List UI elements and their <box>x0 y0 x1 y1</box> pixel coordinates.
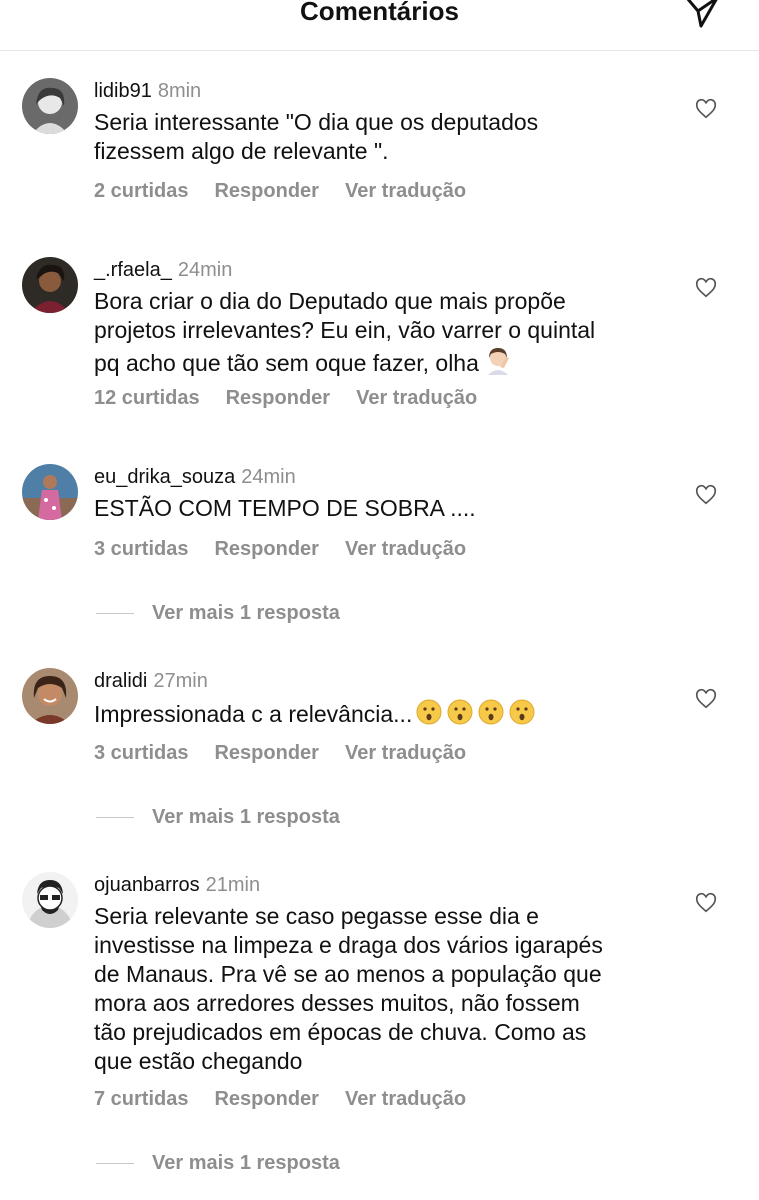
comment-line: Seria interessante "O dia que os deputad… <box>94 109 539 135</box>
surprised-face-icon <box>447 699 473 725</box>
likes-count[interactable]: 12 curtidas <box>94 387 200 409</box>
view-replies-button[interactable]: Ver mais 1 resposta <box>96 806 340 829</box>
divider <box>96 613 134 615</box>
header: Comentários <box>0 0 759 51</box>
heart-icon[interactable] <box>695 484 717 506</box>
timestamp: 21min <box>205 874 261 896</box>
facepalm-emoji-icon <box>487 348 509 375</box>
send-icon[interactable] <box>683 0 721 30</box>
comment-text: Seria relevante se caso pegasse esse dia… <box>94 902 674 1076</box>
comment-meta: _.rfaela_ 24min <box>94 259 232 282</box>
surprised-face-icon <box>416 699 442 725</box>
comment-line-text: Impressionada c a relevância... <box>94 701 413 727</box>
comment-actions: 12 curtidas Responder Ver tradução <box>94 387 503 410</box>
comment-actions: 3 curtidas Responder Ver tradução <box>94 742 492 765</box>
username[interactable]: ojuanbarros <box>94 874 200 896</box>
translate-button[interactable]: Ver tradução <box>356 387 477 409</box>
divider <box>96 1163 134 1165</box>
reply-button[interactable]: Responder <box>214 742 318 764</box>
translate-button[interactable]: Ver tradução <box>345 1088 466 1110</box>
comment-line: tão prejudicados em épocas de chuva. Com… <box>94 1019 587 1045</box>
likes-count[interactable]: 3 curtidas <box>94 742 188 764</box>
username[interactable]: eu_drika_souza <box>94 466 235 488</box>
view-replies-button[interactable]: Ver mais 1 resposta <box>96 602 340 625</box>
reply-button[interactable]: Responder <box>214 1088 318 1110</box>
view-replies-label: Ver mais 1 resposta <box>152 806 340 828</box>
avatar[interactable] <box>22 668 78 724</box>
comment-meta: dralidi 27min <box>94 670 208 693</box>
comment-text: Seria interessante "O dia que os deputad… <box>94 108 674 166</box>
translate-button[interactable]: Ver tradução <box>345 180 466 202</box>
surprised-emoji-group <box>412 699 536 727</box>
comment-line: fizessem algo de relevante ". <box>94 138 389 164</box>
reply-button[interactable]: Responder <box>226 387 330 409</box>
comment-line: que estão chegando <box>94 1048 303 1074</box>
comment-line: investisse na limpeza e draga dos vários… <box>94 932 603 958</box>
view-replies-label: Ver mais 1 resposta <box>152 1152 340 1174</box>
likes-count[interactable]: 7 curtidas <box>94 1088 188 1110</box>
username[interactable]: _.rfaela_ <box>94 259 172 281</box>
reply-button[interactable]: Responder <box>214 538 318 560</box>
divider <box>96 817 134 819</box>
view-replies-button[interactable]: Ver mais 1 resposta <box>96 1152 340 1175</box>
avatar[interactable] <box>22 257 78 313</box>
comment-line: Impressionada c a relevância... <box>94 698 674 729</box>
timestamp: 8min <box>157 80 202 102</box>
comment-line: projetos irrelevantes? Eu ein, vão varre… <box>94 317 596 343</box>
username[interactable]: lidib91 <box>94 80 152 102</box>
comment-line: ESTÃO COM TEMPO DE SOBRA .... <box>94 495 476 521</box>
reply-button[interactable]: Responder <box>214 180 318 202</box>
comment-line: mora aos arredores desses muitos, não fo… <box>94 990 580 1016</box>
comment-text: ESTÃO COM TEMPO DE SOBRA .... <box>94 494 674 523</box>
heart-icon[interactable] <box>695 98 717 120</box>
translate-button[interactable]: Ver tradução <box>345 742 466 764</box>
timestamp: 24min <box>177 259 233 281</box>
avatar[interactable] <box>22 872 78 928</box>
comment-meta: lidib91 8min <box>94 80 201 103</box>
likes-count[interactable]: 3 curtidas <box>94 538 188 560</box>
view-replies-label: Ver mais 1 resposta <box>152 602 340 624</box>
heart-icon[interactable] <box>695 688 717 710</box>
comment-actions: 2 curtidas Responder Ver tradução <box>94 180 492 203</box>
comment-line: Seria relevante se caso pegasse esse dia… <box>94 903 539 929</box>
comment-actions: 3 curtidas Responder Ver tradução <box>94 538 492 561</box>
comment-text: Impressionada c a relevância... <box>94 698 674 729</box>
timestamp: 27min <box>153 670 208 692</box>
translate-button[interactable]: Ver tradução <box>345 538 466 560</box>
comment-meta: eu_drika_souza 24min <box>94 466 296 489</box>
comment-actions: 7 curtidas Responder Ver tradução <box>94 1088 492 1111</box>
comment-line: de Manaus. Pra vê se ao menos a populaçã… <box>94 961 602 987</box>
comment-line-text: pq acho que tão sem oque fazer, olha <box>94 350 479 376</box>
username[interactable]: dralidi <box>94 670 147 692</box>
comment-line: pq acho que tão sem oque fazer, olha <box>94 345 674 378</box>
likes-count[interactable]: 2 curtidas <box>94 180 188 202</box>
timestamp: 24min <box>241 466 296 488</box>
surprised-face-icon <box>478 699 504 725</box>
surprised-face-icon <box>509 699 535 725</box>
heart-icon[interactable] <box>695 277 717 299</box>
comment-line: Bora criar o dia do Deputado que mais pr… <box>94 288 566 314</box>
comment-text: Bora criar o dia do Deputado que mais pr… <box>94 287 674 378</box>
avatar[interactable] <box>22 78 78 134</box>
heart-icon[interactable] <box>695 892 717 914</box>
avatar[interactable] <box>22 464 78 520</box>
page-title: Comentários <box>300 0 459 26</box>
comment-meta: ojuanbarros 21min <box>94 874 260 897</box>
